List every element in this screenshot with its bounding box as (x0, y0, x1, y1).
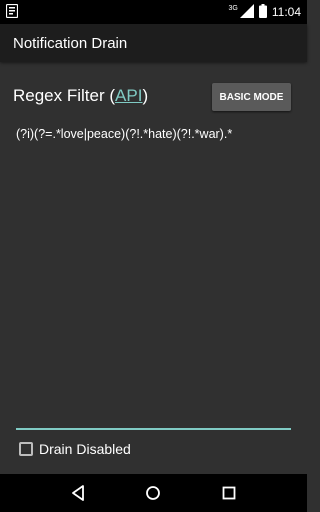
app-title: Notification Drain (13, 34, 128, 52)
regex-input-underline (16, 428, 291, 430)
app-bar: Notification Drain (0, 24, 307, 62)
drain-checkbox-label: Drain Disabled (39, 441, 131, 457)
navigation-bar (0, 474, 307, 512)
clock: 11:04 (271, 5, 301, 19)
drain-checkbox[interactable] (19, 442, 33, 456)
recents-icon[interactable] (214, 478, 244, 508)
drain-checkbox-row[interactable]: Drain Disabled (19, 440, 131, 458)
back-icon[interactable] (63, 478, 93, 508)
status-bar: 3G 11:04 (0, 0, 307, 24)
regex-input[interactable]: (?i)(?=.*love|peace)(?!.*hate)(?!.*war).… (16, 127, 296, 141)
battery-icon (258, 3, 267, 21)
network-type-label: 3G (228, 4, 238, 12)
api-link[interactable]: API (115, 86, 142, 105)
signal-icon (239, 3, 254, 21)
basic-mode-button[interactable]: BASIC MODE (212, 83, 291, 111)
notification-icon (5, 3, 19, 21)
signal-indicator: 3G (228, 3, 254, 21)
regex-filter-label-prefix: Regex Filter ( (13, 86, 116, 105)
regex-filter-label: Regex Filter (API) (13, 86, 148, 106)
home-icon[interactable] (138, 478, 168, 508)
regex-filter-label-suffix: ) (142, 86, 149, 105)
